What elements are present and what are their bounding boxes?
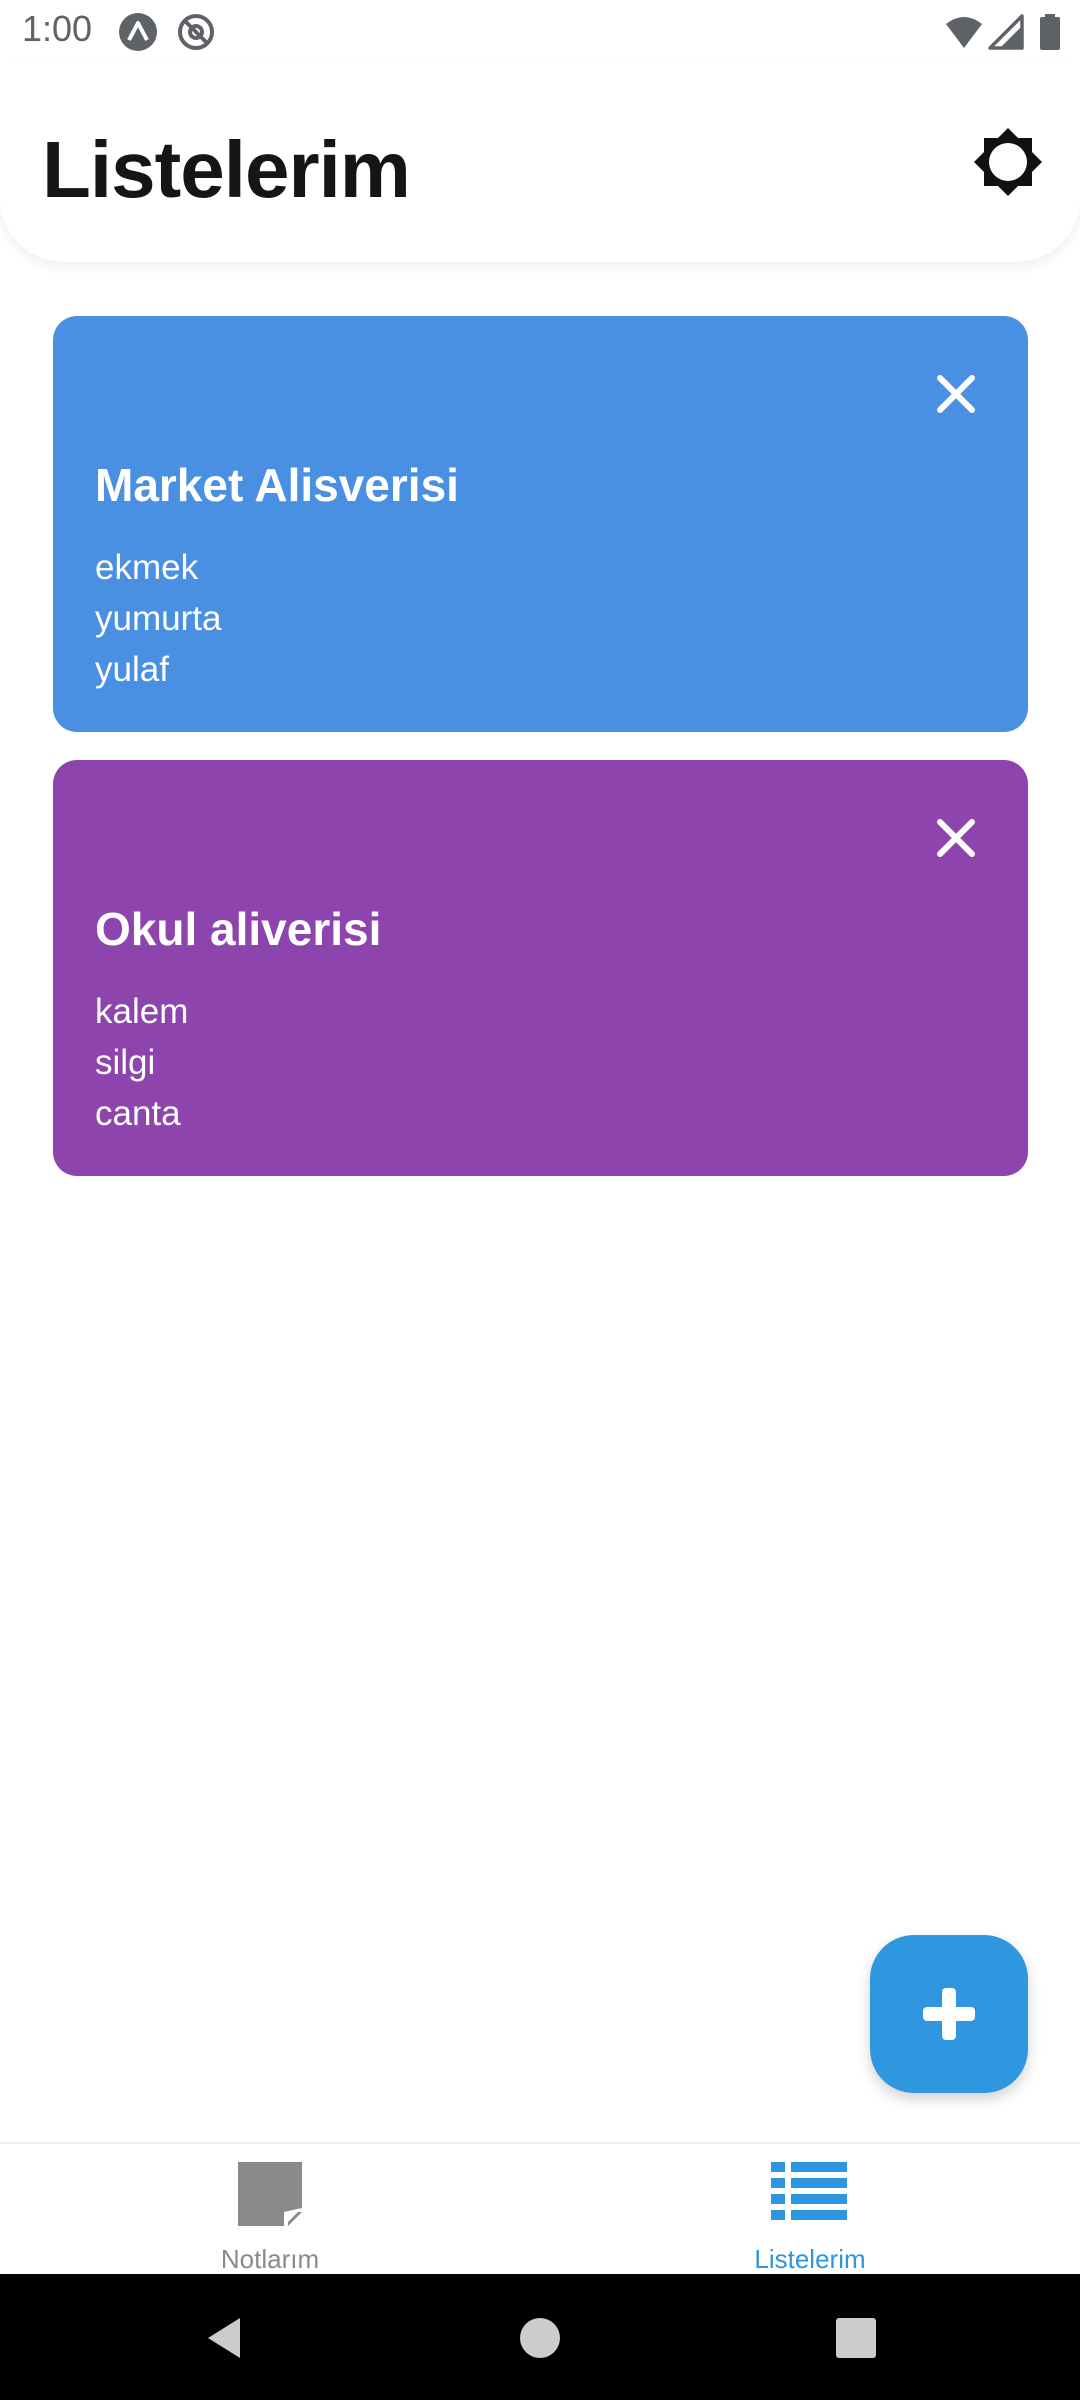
list-item: silgi [95, 1043, 156, 1082]
note-icon [238, 2162, 302, 2231]
app-header: Listelerim [0, 64, 1080, 262]
arrow-up-circle-icon [118, 12, 158, 52]
cell-signal-icon [986, 12, 1026, 52]
wifi-icon [944, 12, 984, 52]
recents-icon[interactable] [830, 2312, 882, 2364]
system-nav-bar [0, 2274, 1080, 2400]
list-icon [771, 2162, 847, 2227]
bottom-nav: Notlarım Listelerim [0, 2142, 1080, 2276]
sun-icon [968, 128, 1048, 206]
list-card[interactable]: Okul aliverisi kalem silgi canta [53, 760, 1028, 1176]
list-title: Okul aliverisi [95, 903, 382, 955]
page-title: Listelerim [42, 125, 411, 214]
list-item: yumurta [95, 599, 222, 638]
list-title: Market Alisverisi [95, 459, 459, 511]
back-icon[interactable] [198, 2312, 250, 2364]
no-sim-alt-icon [176, 12, 216, 52]
status-time: 1:00 [22, 8, 93, 49]
tab-lists[interactable]: Listelerim [540, 2144, 1080, 2276]
delete-list-button[interactable] [926, 364, 986, 424]
list-item: kalem [95, 992, 189, 1031]
list-item: canta [95, 1094, 181, 1133]
tab-notes[interactable]: Notlarım [0, 2144, 540, 2276]
tab-notes-label: Notlarım [220, 2244, 320, 2274]
status-bar: 1:00 [0, 0, 1080, 64]
list-items: kalem silgi canta [95, 986, 188, 1139]
close-icon [926, 819, 986, 872]
list-items: ekmek yumurta yulaf [95, 542, 221, 695]
list-item: yulaf [95, 650, 169, 689]
theme-toggle-button[interactable] [968, 122, 1048, 202]
delete-list-button[interactable] [926, 808, 986, 868]
close-icon [926, 375, 986, 428]
add-list-button[interactable] [870, 1935, 1028, 2093]
list-card[interactable]: Market Alisverisi ekmek yumurta yulaf [53, 316, 1028, 732]
tab-lists-label: Listelerim [754, 2244, 866, 2274]
list-item: ekmek [95, 548, 199, 587]
battery-icon [1030, 12, 1070, 52]
plus-icon [923, 1988, 975, 2040]
lists-container: Market Alisverisi ekmek yumurta yulaf Ok… [0, 262, 1080, 2142]
home-icon[interactable] [514, 2312, 566, 2364]
